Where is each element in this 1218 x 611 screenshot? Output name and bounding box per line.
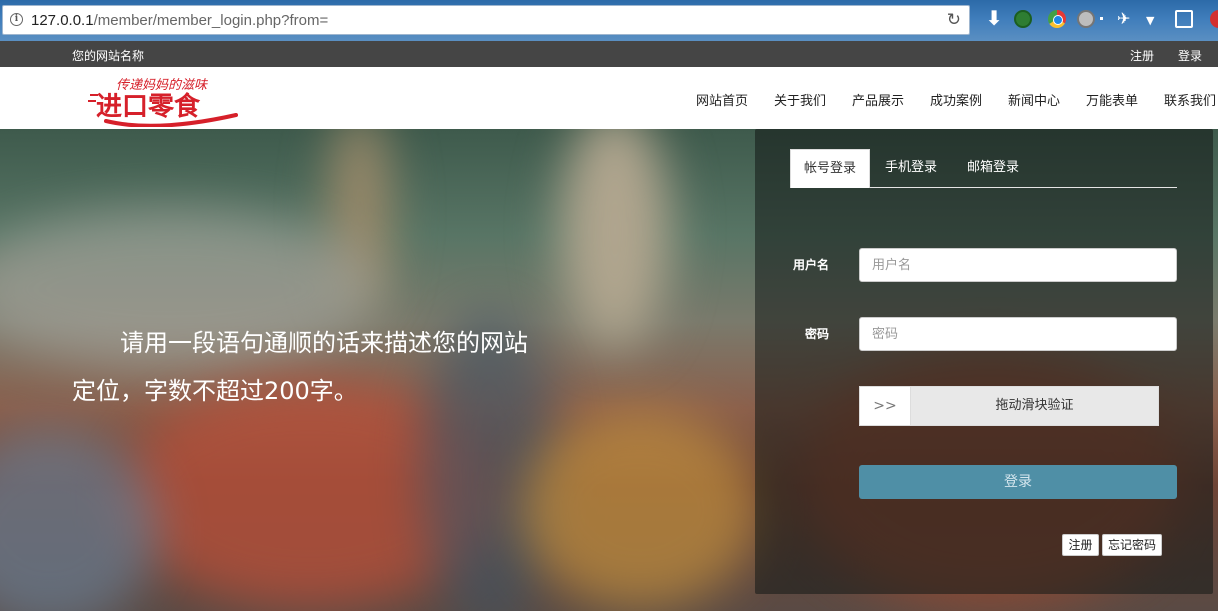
site-header: 传递妈妈的滋味 进口零食 网站首页 关于我们 产品展示 成功案例 新闻中心 万能… bbox=[0, 67, 1218, 129]
nav-about[interactable]: 关于我们 bbox=[774, 90, 826, 109]
login-tabs: 帐号登录 手机登录 邮箱登录 bbox=[790, 149, 1177, 188]
globe-extension-icon[interactable] bbox=[1077, 10, 1095, 28]
chrome-icon[interactable] bbox=[1048, 10, 1066, 28]
slider-captcha[interactable]: >> 拖动滑块验证 bbox=[859, 386, 1159, 426]
slider-handle[interactable]: >> bbox=[860, 387, 911, 425]
background-leaves bbox=[520, 409, 760, 609]
register-button[interactable]: 注册 bbox=[1062, 534, 1099, 556]
site-name: 您的网站名称 bbox=[72, 49, 145, 63]
dropdown-dot-icon bbox=[1100, 17, 1103, 20]
shield-extension-icon[interactable] bbox=[1014, 10, 1032, 28]
logo-subtitle: 传递妈妈的滋味 bbox=[116, 78, 209, 93]
download-icon[interactable]: ⬇ bbox=[984, 8, 1004, 28]
slider-instruction: 拖动滑块验证 bbox=[995, 398, 1074, 413]
tab-phone-login[interactable]: 手机登录 bbox=[874, 149, 948, 187]
forgot-password-button[interactable]: 忘记密码 bbox=[1102, 534, 1162, 556]
top-login-link[interactable]: 登录 bbox=[1178, 47, 1202, 64]
url-host: 127.0.0.1 bbox=[31, 12, 94, 29]
nav-contact[interactable]: 联系我们 bbox=[1164, 90, 1216, 109]
logo-title: 进口零食 bbox=[96, 91, 201, 122]
address-bar[interactable]: i 127.0.0.1/member/member_login.php?from… bbox=[2, 5, 970, 35]
tab-account-login[interactable]: 帐号登录 bbox=[790, 149, 870, 188]
tab-email-login[interactable]: 邮箱登录 bbox=[956, 149, 1030, 187]
password-label: 密码 bbox=[805, 327, 830, 341]
extension-square-icon[interactable] bbox=[1175, 10, 1193, 28]
top-register-link[interactable]: 注册 bbox=[1130, 47, 1154, 64]
login-button[interactable]: 登录 bbox=[859, 465, 1177, 499]
reload-icon[interactable]: ↻ bbox=[947, 10, 961, 30]
logo-graphic: 传递妈妈的滋味 进口零食 bbox=[88, 78, 238, 128]
username-input[interactable] bbox=[859, 248, 1177, 282]
browser-toolbar: i 127.0.0.1/member/member_login.php?from… bbox=[0, 0, 1218, 41]
hero-description: 请用一段语句通顺的话来描述您的网站定位，字数不超过200字。 bbox=[72, 329, 528, 405]
info-icon[interactable]: i bbox=[10, 13, 23, 26]
hero-banner: 请用一段语句通顺的话来描述您的网站定位，字数不超过200字。 帐号登录 手机登录… bbox=[0, 129, 1218, 611]
wrench-icon[interactable]: ✈ bbox=[1117, 10, 1135, 28]
username-label: 用户名 bbox=[793, 258, 830, 272]
nav-news[interactable]: 新闻中心 bbox=[1008, 90, 1060, 109]
nav-cases[interactable]: 成功案例 bbox=[930, 90, 982, 109]
chevron-down-icon[interactable]: ▼ bbox=[1146, 14, 1158, 32]
url-path: /member/member_login.php?from= bbox=[93, 12, 329, 29]
password-input[interactable] bbox=[859, 317, 1177, 351]
nav-home[interactable]: 网站首页 bbox=[696, 90, 748, 109]
red-extension-icon[interactable] bbox=[1210, 10, 1218, 28]
login-panel: 帐号登录 手机登录 邮箱登录 用户名 密码 >> 拖动滑块验证 登录 注册 忘记… bbox=[755, 129, 1213, 594]
nav-forms[interactable]: 万能表单 bbox=[1086, 90, 1138, 109]
nav-products[interactable]: 产品展示 bbox=[852, 90, 904, 109]
url-text[interactable]: 127.0.0.1/member/member_login.php?from= bbox=[31, 12, 328, 29]
site-logo[interactable]: 传递妈妈的滋味 进口零食 bbox=[86, 73, 244, 128]
background-tree bbox=[560, 129, 670, 349]
site-topbar: 您的网站名称 注册 登录 bbox=[0, 41, 1218, 67]
